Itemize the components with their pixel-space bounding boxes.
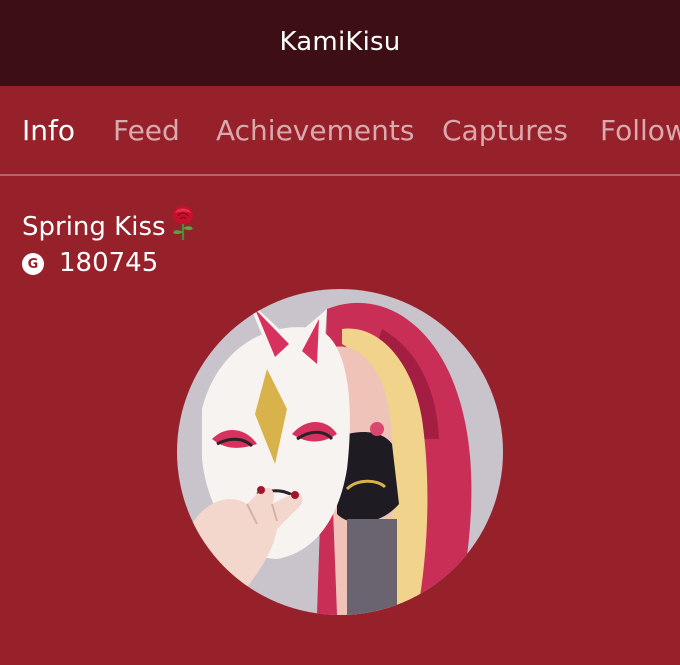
tab-follow[interactable]: Follow [600, 114, 680, 147]
gamertag-title: KamiKisu [279, 27, 401, 57]
gamerscore-row: G 180745 [22, 248, 158, 278]
profile-tabs: Info Feed Achievements Captures Follow [0, 86, 680, 175]
avatar[interactable] [177, 289, 503, 615]
gamerscore-value: 180745 [59, 248, 159, 278]
tab-captures[interactable]: Captures [442, 114, 568, 147]
tab-divider [0, 174, 680, 176]
tab-feed[interactable]: Feed [113, 114, 180, 147]
real-name-row: Spring Kiss [22, 205, 198, 248]
rose-icon [168, 205, 198, 248]
tab-info[interactable]: Info [22, 114, 75, 147]
tab-achievements[interactable]: Achievements [216, 114, 414, 147]
title-bar: KamiKisu [0, 0, 680, 86]
real-name: Spring Kiss [22, 211, 166, 242]
profile-page: KamiKisu Info Feed Achievements Captures… [0, 0, 680, 665]
gamerscore-icon: G [22, 253, 44, 275]
